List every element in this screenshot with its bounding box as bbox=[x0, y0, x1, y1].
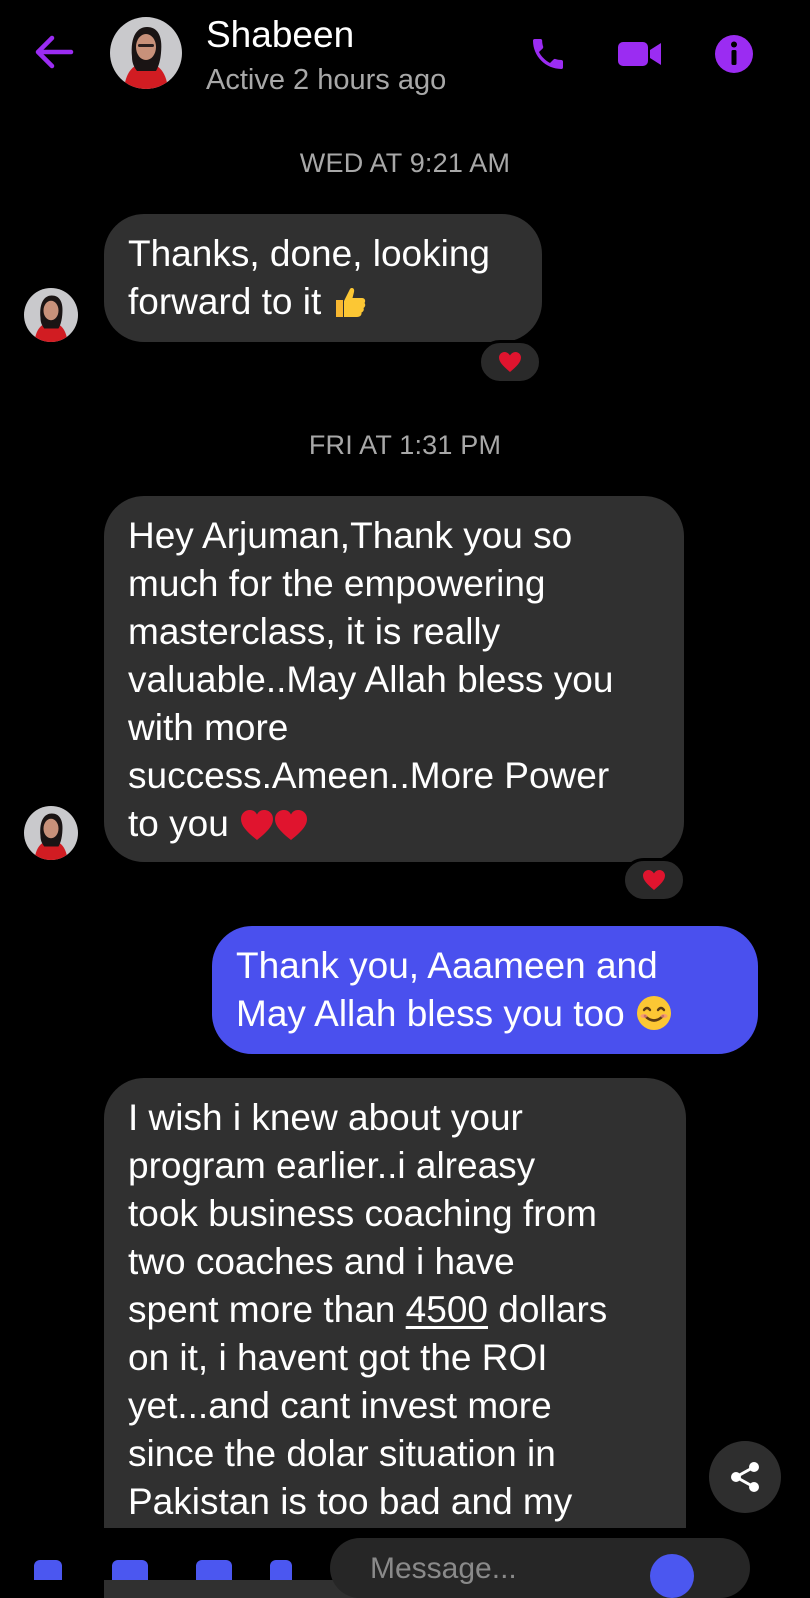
message-line: took business coaching from bbox=[128, 1193, 597, 1234]
message-line: forward to it bbox=[128, 281, 322, 322]
message-line: on it, i havent got the ROI bbox=[128, 1337, 548, 1378]
message-line: program earlier..i alreasy bbox=[128, 1145, 536, 1186]
active-status: Active 2 hours ago bbox=[206, 64, 447, 96]
message-line: yet...and cant invest more bbox=[128, 1385, 552, 1426]
message-line: dollars bbox=[487, 1289, 608, 1330]
heart-icon bbox=[499, 352, 521, 372]
voice-call-button[interactable] bbox=[522, 28, 574, 80]
message-line: I wish i knew about your bbox=[128, 1097, 523, 1138]
contact-avatar[interactable] bbox=[110, 17, 182, 89]
message-reaction[interactable] bbox=[622, 858, 686, 902]
gallery-icon[interactable] bbox=[196, 1560, 232, 1580]
more-actions-icon[interactable] bbox=[34, 1560, 62, 1580]
back-button[interactable] bbox=[30, 28, 78, 76]
message-line: since the dolar situation in bbox=[128, 1433, 556, 1474]
message-line: spent more than bbox=[128, 1289, 406, 1330]
message-timestamp: FRI AT 1:31 PM bbox=[308, 430, 502, 460]
message-line: valuable..May Allah bless you bbox=[128, 659, 614, 700]
incoming-message[interactable]: I wish i knew about your program earlier… bbox=[104, 1078, 686, 1598]
message-line: to you bbox=[128, 803, 229, 844]
message-line: Hey Arjuman,Thank you so bbox=[128, 515, 573, 556]
message-line: success.Ameen..More Power bbox=[128, 755, 610, 796]
message-timestamp: WED AT 9:21 AM bbox=[299, 148, 511, 178]
incoming-message[interactable]: Thanks, done, looking forward to it bbox=[104, 214, 542, 342]
phone-icon bbox=[533, 39, 563, 69]
chat-header: Shabeen Active 2 hours ago bbox=[0, 0, 810, 110]
conversation-info-button[interactable] bbox=[708, 28, 760, 80]
message-line: May Allah bless you too bbox=[236, 993, 625, 1034]
message-composer: Message... bbox=[0, 1528, 810, 1598]
contact-name[interactable]: Shabeen bbox=[206, 14, 354, 56]
message-reaction[interactable] bbox=[478, 340, 542, 384]
outgoing-message[interactable]: Thank you, Aaameen and May Allah bless y… bbox=[212, 926, 758, 1054]
incoming-message[interactable]: Hey Arjuman,Thank you so much for the em… bbox=[104, 496, 684, 862]
smiling-face-emoji-icon bbox=[635, 994, 673, 1044]
message-line: much for the empowering bbox=[128, 563, 546, 604]
message-input-placeholder: Message... bbox=[370, 1552, 517, 1585]
share-button[interactable] bbox=[709, 1441, 781, 1513]
message-line: two coaches and i have bbox=[128, 1241, 515, 1282]
sender-avatar[interactable] bbox=[24, 806, 78, 860]
microphone-icon[interactable] bbox=[270, 1560, 292, 1580]
video-camera-icon bbox=[618, 42, 661, 66]
share-icon bbox=[731, 1462, 759, 1492]
info-icon bbox=[715, 35, 753, 73]
message-line: with more bbox=[128, 707, 289, 748]
thumbs-up-emoji-icon bbox=[332, 284, 368, 332]
sender-avatar[interactable] bbox=[24, 288, 78, 342]
camera-icon[interactable] bbox=[112, 1560, 148, 1580]
emoji-icon[interactable] bbox=[650, 1554, 694, 1598]
message-line: Thanks, done, looking bbox=[128, 233, 491, 274]
message-line: masterclass, it is really bbox=[128, 611, 501, 652]
heart-icon bbox=[643, 870, 665, 890]
message-line: Pakistan is too bad and my bbox=[128, 1481, 573, 1522]
two-hearts-emoji-icon bbox=[239, 806, 311, 854]
amount-link[interactable]: 4500 bbox=[406, 1289, 488, 1330]
message-line: Thank you, Aaameen and bbox=[236, 945, 658, 986]
back-arrow-icon bbox=[35, 35, 74, 69]
video-call-button[interactable] bbox=[614, 28, 666, 80]
